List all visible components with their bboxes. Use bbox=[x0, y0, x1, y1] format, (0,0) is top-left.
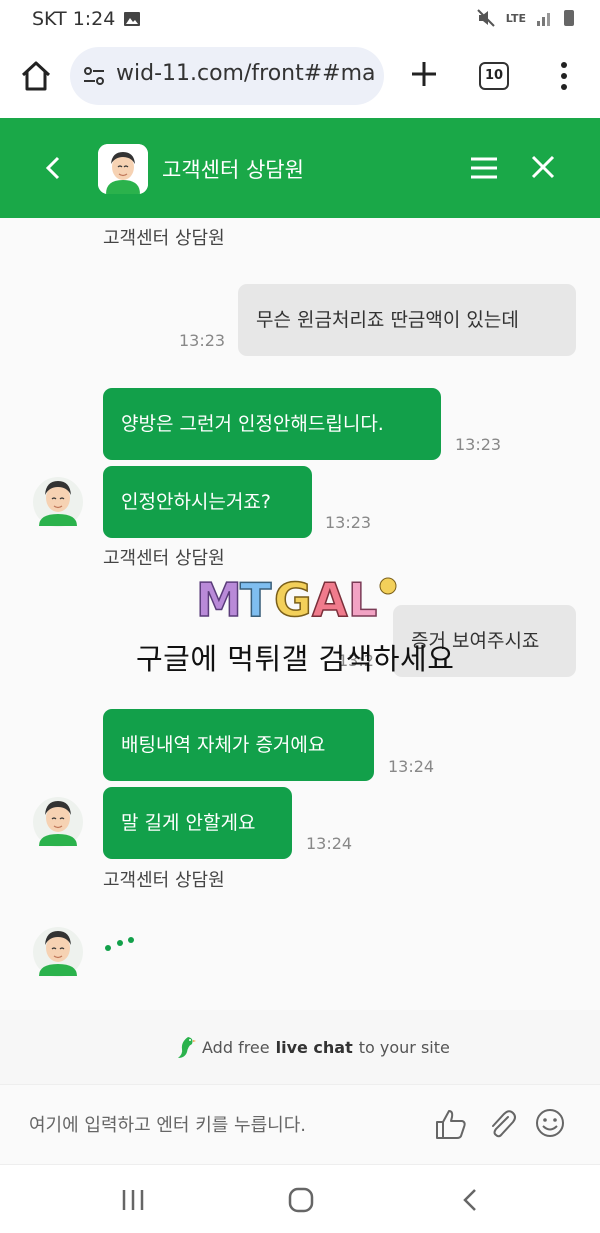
menu-icon[interactable] bbox=[468, 152, 500, 184]
tab-switcher-button[interactable]: 10 bbox=[479, 62, 509, 90]
svg-text:A: A bbox=[312, 573, 348, 626]
home-nav-icon[interactable] bbox=[288, 1187, 314, 1213]
recents-icon[interactable] bbox=[120, 1189, 146, 1211]
svg-text:T: T bbox=[240, 573, 272, 626]
address-bar[interactable]: wid-11.com/front##ma bbox=[70, 47, 384, 105]
sender-name: 고객센터 상담원 bbox=[103, 870, 225, 891]
home-icon[interactable] bbox=[18, 58, 54, 94]
agent-message: 말 길게 안할게요 bbox=[103, 787, 292, 859]
chat-messages[interactable]: 고객센터 상담원 무슨 윈금처리죠 딴금액이 있는데 13:23 양방은 그런거… bbox=[0, 218, 600, 1010]
page: SKT 1:24 LTE wid-11.com/front##ma 10 고객센… bbox=[0, 0, 600, 1233]
message-time: 13:23 bbox=[325, 513, 372, 532]
gallery-icon bbox=[124, 12, 141, 26]
close-icon[interactable] bbox=[526, 150, 560, 184]
svg-text:M: M bbox=[196, 573, 242, 626]
status-left: SKT 1:24 bbox=[32, 8, 141, 30]
message-time: 13:24 bbox=[388, 757, 435, 776]
livechat-bird-icon bbox=[178, 1037, 196, 1058]
message-input[interactable]: 여기에 입력하고 엔터 키를 누릅니다. bbox=[29, 1111, 306, 1137]
chat-header: 고객센터 상담원 bbox=[0, 118, 600, 218]
typing-indicator-icon bbox=[105, 937, 134, 951]
agent-avatar bbox=[98, 144, 148, 194]
message-text: 인정안하시는거죠? bbox=[121, 491, 271, 513]
sender-name: 고객센터 상담원 bbox=[103, 548, 225, 569]
powered-by-link[interactable]: Add free live chat to your site bbox=[174, 1034, 450, 1060]
new-tab-icon[interactable] bbox=[406, 56, 442, 92]
browser-toolbar: wid-11.com/front##ma 10 bbox=[0, 38, 600, 118]
emoji-icon[interactable] bbox=[534, 1107, 566, 1139]
svg-text:L: L bbox=[348, 573, 377, 626]
more-menu-icon[interactable] bbox=[556, 58, 572, 94]
chevron-left-icon[interactable] bbox=[38, 150, 70, 186]
powered-suffix: to your site bbox=[358, 1037, 450, 1057]
chat-title: 고객센터 상담원 bbox=[162, 158, 304, 182]
agent-message: 배팅내역 자체가 증거에요 bbox=[103, 709, 374, 781]
network-label: LTE bbox=[505, 11, 526, 25]
status-right: LTE bbox=[476, 9, 574, 27]
url-text[interactable]: wid-11.com/front##ma bbox=[116, 61, 376, 86]
agent-avatar-icon bbox=[33, 477, 83, 527]
message-text: 양방은 그런거 인정안해드립니다. bbox=[121, 413, 384, 435]
powered-by-bar: Add free live chat to your site bbox=[0, 1010, 600, 1084]
back-nav-icon[interactable] bbox=[460, 1187, 480, 1213]
signal-icon bbox=[537, 13, 550, 26]
agent-message: 양방은 그런거 인정안해드립니다. bbox=[103, 388, 441, 460]
android-nav-bar bbox=[0, 1164, 600, 1233]
user-message: 무슨 윈금처리죠 딴금액이 있는데 bbox=[238, 284, 576, 356]
watermark-text: 구글에 먹튀갤 검색하세요 bbox=[136, 642, 455, 676]
message-text: 배팅내역 자체가 증거에요 bbox=[121, 734, 326, 756]
paperclip-icon[interactable] bbox=[486, 1107, 518, 1141]
message-time: 13:23 bbox=[179, 331, 226, 350]
status-bar: SKT 1:24 LTE bbox=[0, 0, 600, 38]
agent-face-icon bbox=[98, 144, 148, 194]
message-text: 말 길게 안할게요 bbox=[121, 812, 256, 834]
message-text: 무슨 윈금처리죠 딴금액이 있는데 bbox=[256, 309, 519, 331]
battery-icon bbox=[564, 10, 574, 26]
sender-name: 고객센터 상담원 bbox=[103, 228, 225, 249]
thumbs-up-icon[interactable] bbox=[434, 1107, 468, 1141]
carrier-time: SKT 1:24 bbox=[32, 8, 116, 30]
powered-bold: live chat bbox=[275, 1037, 353, 1057]
agent-avatar-icon bbox=[33, 797, 83, 847]
agent-avatar-icon bbox=[33, 927, 83, 977]
message-time: 13:24 bbox=[306, 834, 353, 853]
watermark-logo: M T G A L bbox=[195, 572, 397, 626]
mute-icon bbox=[477, 9, 495, 27]
message-time: 13:23 bbox=[455, 435, 502, 454]
site-settings-icon[interactable] bbox=[82, 64, 106, 88]
message-input-bar: 여기에 입력하고 엔터 키를 누릅니다. bbox=[0, 1084, 600, 1164]
powered-prefix: Add free bbox=[202, 1037, 270, 1057]
agent-message: 인정안하시는거죠? bbox=[103, 466, 312, 538]
svg-text:G: G bbox=[274, 573, 312, 626]
